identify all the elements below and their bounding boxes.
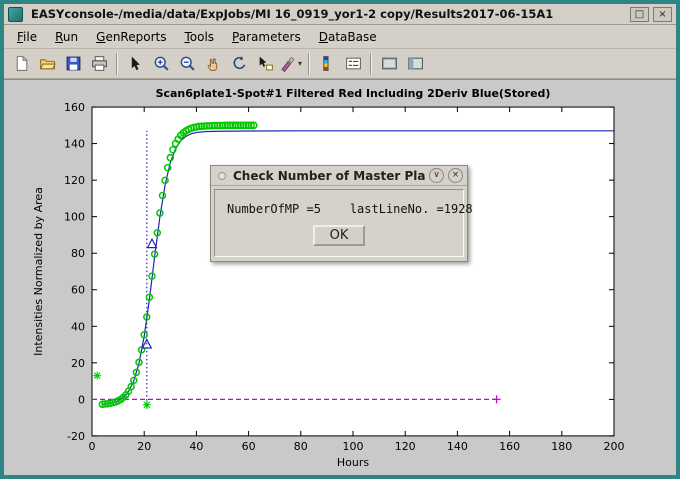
svg-text:60: 60: [71, 284, 85, 297]
app-icon[interactable]: [8, 7, 23, 22]
show-plot-tools-button[interactable]: [402, 51, 428, 77]
zoom-out-button[interactable]: [174, 51, 200, 77]
insert-legend-icon: [345, 55, 362, 72]
svg-text:100: 100: [64, 211, 85, 224]
zoom-in-button[interactable]: [148, 51, 174, 77]
dialog-body: NumberOfMP =5 lastLineNo. =1928 OK: [214, 189, 464, 257]
dialog-collapse-button[interactable]: ∨: [429, 168, 444, 183]
toolbar-separator: [116, 53, 118, 75]
print-figure-icon: [91, 55, 108, 72]
print-figure-button[interactable]: [86, 51, 112, 77]
svg-text:20: 20: [71, 357, 85, 370]
svg-text:40: 40: [189, 440, 203, 453]
toolbar-separator: [308, 53, 310, 75]
svg-text:40: 40: [71, 320, 85, 333]
svg-text:60: 60: [242, 440, 256, 453]
figure-area: 0 20 40 60 80 100 120 140 160 180 200 -20 0 20 40 60 80 1…: [4, 79, 676, 475]
menu-parameters[interactable]: Parameters: [223, 27, 310, 47]
menu-run[interactable]: Run: [46, 27, 87, 47]
insert-colorbar-button[interactable]: [314, 51, 340, 77]
toolbar: ▾: [4, 49, 676, 79]
dialog-title: Check Number of Master Pla: [233, 169, 425, 183]
check-number-dialog: Check Number of Master Pla ∨ × NumberOfM…: [210, 165, 468, 262]
rotate-3d-button[interactable]: [226, 51, 252, 77]
show-plot-tools-icon: [407, 55, 424, 72]
svg-text:80: 80: [294, 440, 308, 453]
svg-text:Scan6plate1-Spot#1 Filtered Re: Scan6plate1-Spot#1 Filtered Red Includin…: [156, 87, 551, 100]
svg-text:120: 120: [395, 440, 416, 453]
dropdown-arrow-icon[interactable]: ▾: [298, 59, 302, 68]
edit-plot-icon: [127, 55, 144, 72]
hide-plot-tools-button[interactable]: [376, 51, 402, 77]
insert-legend-button[interactable]: [340, 51, 366, 77]
restore-button[interactable]: □: [630, 7, 649, 22]
zoom-out-icon: [179, 55, 196, 72]
dialog-close-button[interactable]: ×: [448, 168, 463, 183]
svg-text:20: 20: [137, 440, 151, 453]
pan-button[interactable]: [200, 51, 226, 77]
svg-text:140: 140: [447, 440, 468, 453]
save-figure-button[interactable]: [60, 51, 86, 77]
dialog-icon: [218, 172, 226, 180]
plot-canvas[interactable]: 0 20 40 60 80 100 120 140 160 180 200 -20 0 20 40 60 80 1…: [4, 80, 676, 475]
svg-text:0: 0: [78, 393, 85, 406]
menu-database[interactable]: DataBase: [310, 27, 386, 47]
data-cursor-icon: [257, 55, 274, 72]
new-figure-button[interactable]: [8, 51, 34, 77]
open-file-icon: [39, 55, 56, 72]
menu-file[interactable]: File: [8, 27, 46, 47]
dialog-message: NumberOfMP =5 lastLineNo. =1928: [227, 202, 473, 216]
easyconsole-window: EASYconsole-/media/data/ExpJobs/MI 16_09…: [0, 0, 680, 479]
svg-text:80: 80: [71, 247, 85, 260]
rotate-3d-icon: [231, 55, 248, 72]
insert-colorbar-icon: [319, 55, 336, 72]
svg-text:100: 100: [343, 440, 364, 453]
titlebar[interactable]: EASYconsole-/media/data/ExpJobs/MI 16_09…: [4, 4, 676, 25]
window-title: EASYconsole-/media/data/ExpJobs/MI 16_09…: [31, 7, 626, 21]
svg-text:Intensities Normalized by Area: Intensities Normalized by Area: [32, 187, 45, 356]
svg-text:160: 160: [499, 440, 520, 453]
hide-plot-tools-icon: [381, 55, 398, 72]
data-cursor-button[interactable]: [252, 51, 278, 77]
menubar: FileRunGenReportsToolsParametersDataBase: [4, 25, 676, 49]
svg-text:0: 0: [89, 440, 96, 453]
menu-genreports[interactable]: GenReports: [87, 27, 175, 47]
brush-color-icon: [280, 55, 297, 72]
brush-color-button[interactable]: ▾: [278, 51, 304, 77]
save-figure-icon: [65, 55, 82, 72]
svg-text:140: 140: [64, 138, 85, 151]
svg-text:160: 160: [64, 101, 85, 114]
new-figure-icon: [13, 55, 30, 72]
svg-text:200: 200: [604, 440, 625, 453]
zoom-in-icon: [153, 55, 170, 72]
close-button[interactable]: ×: [653, 7, 672, 22]
svg-text:Hours: Hours: [337, 456, 369, 469]
dialog-ok-button[interactable]: OK: [313, 225, 365, 246]
toolbar-separator: [370, 53, 372, 75]
edit-plot-button[interactable]: [122, 51, 148, 77]
dialog-titlebar[interactable]: Check Number of Master Pla ∨ ×: [211, 166, 467, 186]
open-file-button[interactable]: [34, 51, 60, 77]
pan-icon: [205, 55, 222, 72]
menu-tools[interactable]: Tools: [175, 27, 223, 47]
svg-text:-20: -20: [67, 430, 85, 443]
svg-text:180: 180: [551, 440, 572, 453]
svg-text:120: 120: [64, 174, 85, 187]
